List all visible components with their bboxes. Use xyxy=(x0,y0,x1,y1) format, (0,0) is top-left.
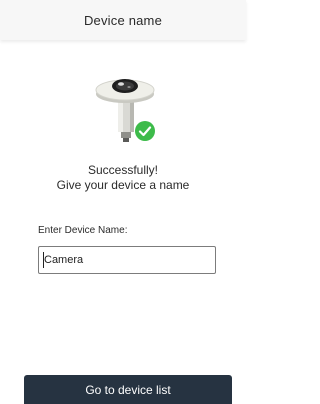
success-subtitle: Give your device a name xyxy=(56,178,190,192)
page-title: Device name xyxy=(83,12,163,28)
device-name-label: Enter Device Name: xyxy=(38,225,128,236)
checkmark-icon xyxy=(135,121,155,141)
checkmark-badge xyxy=(134,120,156,142)
text-caret xyxy=(43,252,44,268)
header-bar: Device name xyxy=(0,0,246,40)
go-to-device-list-button[interactable]: Go to device list xyxy=(24,375,232,404)
success-message: Successfully! Give your device a name xyxy=(0,163,246,193)
success-title: Successfully! xyxy=(87,163,159,177)
device-name-input[interactable] xyxy=(38,246,216,274)
